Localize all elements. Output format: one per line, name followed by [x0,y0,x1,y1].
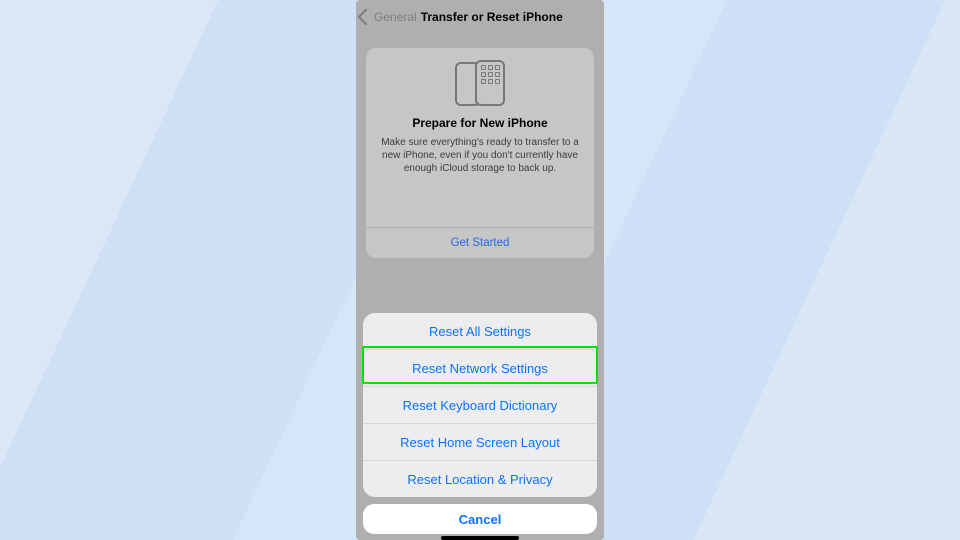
phone-screen: General Transfer or Reset iPhone Prepare… [356,0,604,540]
phone-apps-icon [475,60,505,106]
